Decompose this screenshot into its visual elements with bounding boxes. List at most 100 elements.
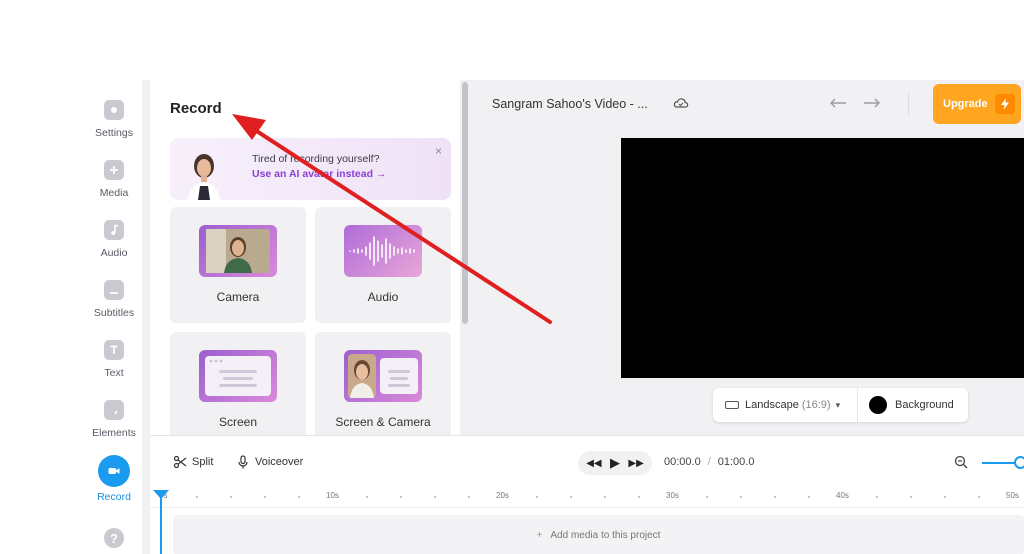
voiceover-button[interactable]: Voiceover	[236, 455, 303, 469]
sidebar-item-label: Text	[104, 367, 124, 379]
aspect-ratio-dropdown[interactable]: Landscape (16:9) ▾	[725, 388, 840, 422]
screen-thumbnail	[199, 350, 277, 402]
ruler-tick	[196, 496, 198, 498]
play-icon[interactable]: ▶	[610, 455, 620, 471]
music-note-icon	[104, 220, 124, 240]
panel-scrollbar[interactable]	[460, 80, 470, 435]
playback-controls: ◀◀ ▶ ▶▶	[578, 451, 652, 475]
subtitles-icon	[104, 280, 124, 300]
split-button[interactable]: Split	[173, 455, 213, 469]
ruler-tick	[774, 496, 776, 498]
microphone-icon	[238, 455, 248, 469]
ruler-tick	[400, 496, 402, 498]
rewind-icon[interactable]: ◀◀	[586, 458, 601, 469]
zoom-slider-handle[interactable]	[1014, 456, 1024, 469]
ruler-tick	[264, 496, 266, 498]
record-panel: Record Tired of recording yourself? Use …	[150, 80, 460, 435]
ruler-label: 50s	[1006, 491, 1019, 500]
ruler-tick	[434, 496, 436, 498]
screen-and-camera-thumbnail	[344, 350, 422, 402]
ruler-tick	[604, 496, 606, 498]
sidebar-item-label: Settings	[95, 127, 133, 139]
upgrade-label: Upgrade	[943, 98, 988, 110]
ai-avatar-promo-banner[interactable]: Tired of recording yourself? Use an AI a…	[170, 138, 451, 200]
scissors-icon	[173, 455, 187, 469]
ruler-tick	[468, 496, 470, 498]
canvas-bar-divider	[857, 388, 858, 422]
record-option-label: Screen & Camera	[335, 415, 431, 429]
audio-thumbnail	[344, 225, 422, 277]
settings-icon	[104, 100, 124, 120]
time-separator: /	[707, 456, 711, 468]
redo-icon[interactable]	[863, 96, 881, 110]
fast-forward-icon[interactable]: ▶▶	[628, 458, 643, 469]
zoom-out-icon[interactable]	[954, 455, 968, 469]
sidebar-item-text[interactable]: Text	[86, 340, 142, 379]
help-icon[interactable]: ?	[104, 528, 124, 548]
plus-icon: +	[536, 529, 543, 541]
ruler-tick	[910, 496, 912, 498]
add-media-track[interactable]: + Add media to this project	[173, 515, 1024, 554]
record-option-audio[interactable]: Audio	[315, 207, 451, 323]
playhead-line[interactable]	[160, 494, 162, 554]
sidebar-item-label: Audio	[100, 247, 128, 259]
toolbar-divider	[908, 92, 909, 116]
canvas-settings-bar: Landscape (16:9) ▾ Background	[713, 388, 968, 422]
lightning-bolt-icon	[995, 94, 1015, 114]
left-sidebar: Settings Media Audio Subtitles Text Elem…	[86, 80, 142, 554]
current-time: 00:00.0	[664, 456, 701, 468]
timeline: Split Voiceover ◀◀ ▶ ▶▶ 00:00.0/01:00.0 …	[150, 435, 1024, 554]
promo-headline: Tired of recording yourself?	[252, 153, 380, 165]
time-display: 00:00.0 / 01:00.0	[664, 456, 754, 468]
ruler-tick	[230, 496, 232, 498]
sidebar-item-label: Subtitles	[93, 307, 135, 319]
record-option-screen[interactable]: Screen	[170, 332, 306, 435]
split-label: Split	[192, 456, 214, 468]
plus-icon	[104, 160, 124, 180]
ai-avatar-image	[188, 154, 220, 200]
ruler-tick	[536, 496, 538, 498]
video-canvas[interactable]	[621, 138, 1024, 378]
background-button[interactable]: Background	[869, 388, 954, 422]
record-option-label: Screen	[218, 415, 258, 429]
chevron-down-icon: ▾	[835, 399, 841, 410]
sidebar-item-elements[interactable]: Elements	[86, 400, 142, 439]
aspect-ratio-value: (16:9)	[801, 399, 831, 411]
sidebar-item-audio[interactable]: Audio	[86, 220, 142, 259]
sidebar-item-subtitles[interactable]: Subtitles	[86, 280, 142, 319]
landscape-icon	[725, 401, 739, 409]
sidebar-item-label: Elements	[92, 427, 136, 439]
ruler-tick	[740, 496, 742, 498]
editor-area: Sangram Sahoo's Video - ... Upgrade Land…	[470, 80, 1024, 435]
ruler-tick	[366, 496, 368, 498]
undo-icon[interactable]	[829, 96, 847, 110]
sidebar-item-media[interactable]: Media	[86, 160, 142, 199]
scrollbar-thumb[interactable]	[462, 82, 468, 324]
sidebar-item-settings[interactable]: Settings	[86, 100, 142, 139]
record-option-screen-and-camera[interactable]: Screen & Camera	[315, 332, 451, 435]
sidebar-item-record[interactable]: Record	[86, 455, 142, 503]
add-media-label: Add media to this project	[550, 529, 661, 541]
background-label: Background	[895, 399, 954, 411]
use-ai-avatar-link[interactable]: Use an AI avatar instead →	[252, 168, 386, 180]
total-time: 01:00.0	[717, 456, 755, 468]
voiceover-label: Voiceover	[255, 456, 304, 468]
project-title[interactable]: Sangram Sahoo's Video - ...	[492, 97, 648, 111]
ruler-label: 30s	[666, 491, 679, 500]
record-option-label: Audio	[367, 290, 399, 304]
ruler-tick	[298, 496, 300, 498]
cloud-saved-icon	[673, 98, 689, 108]
ruler-tick	[944, 496, 946, 498]
elements-icon	[104, 400, 124, 420]
camera-thumbnail	[199, 225, 277, 277]
ruler-label: 40s	[836, 491, 849, 500]
ruler-tick	[570, 496, 572, 498]
timeline-ruler[interactable]: 0s 10s 20s 30s 40s 50s	[150, 484, 1024, 508]
video-editor-screen: Settings Media Audio Subtitles Text Elem…	[0, 0, 1024, 554]
sidebar-item-label: Media	[99, 187, 129, 199]
background-color-swatch	[869, 396, 887, 414]
upgrade-button[interactable]: Upgrade	[933, 84, 1021, 124]
close-icon[interactable]: ×	[435, 144, 442, 158]
record-option-camera[interactable]: Camera	[170, 207, 306, 323]
ruler-label: 10s	[326, 491, 339, 500]
